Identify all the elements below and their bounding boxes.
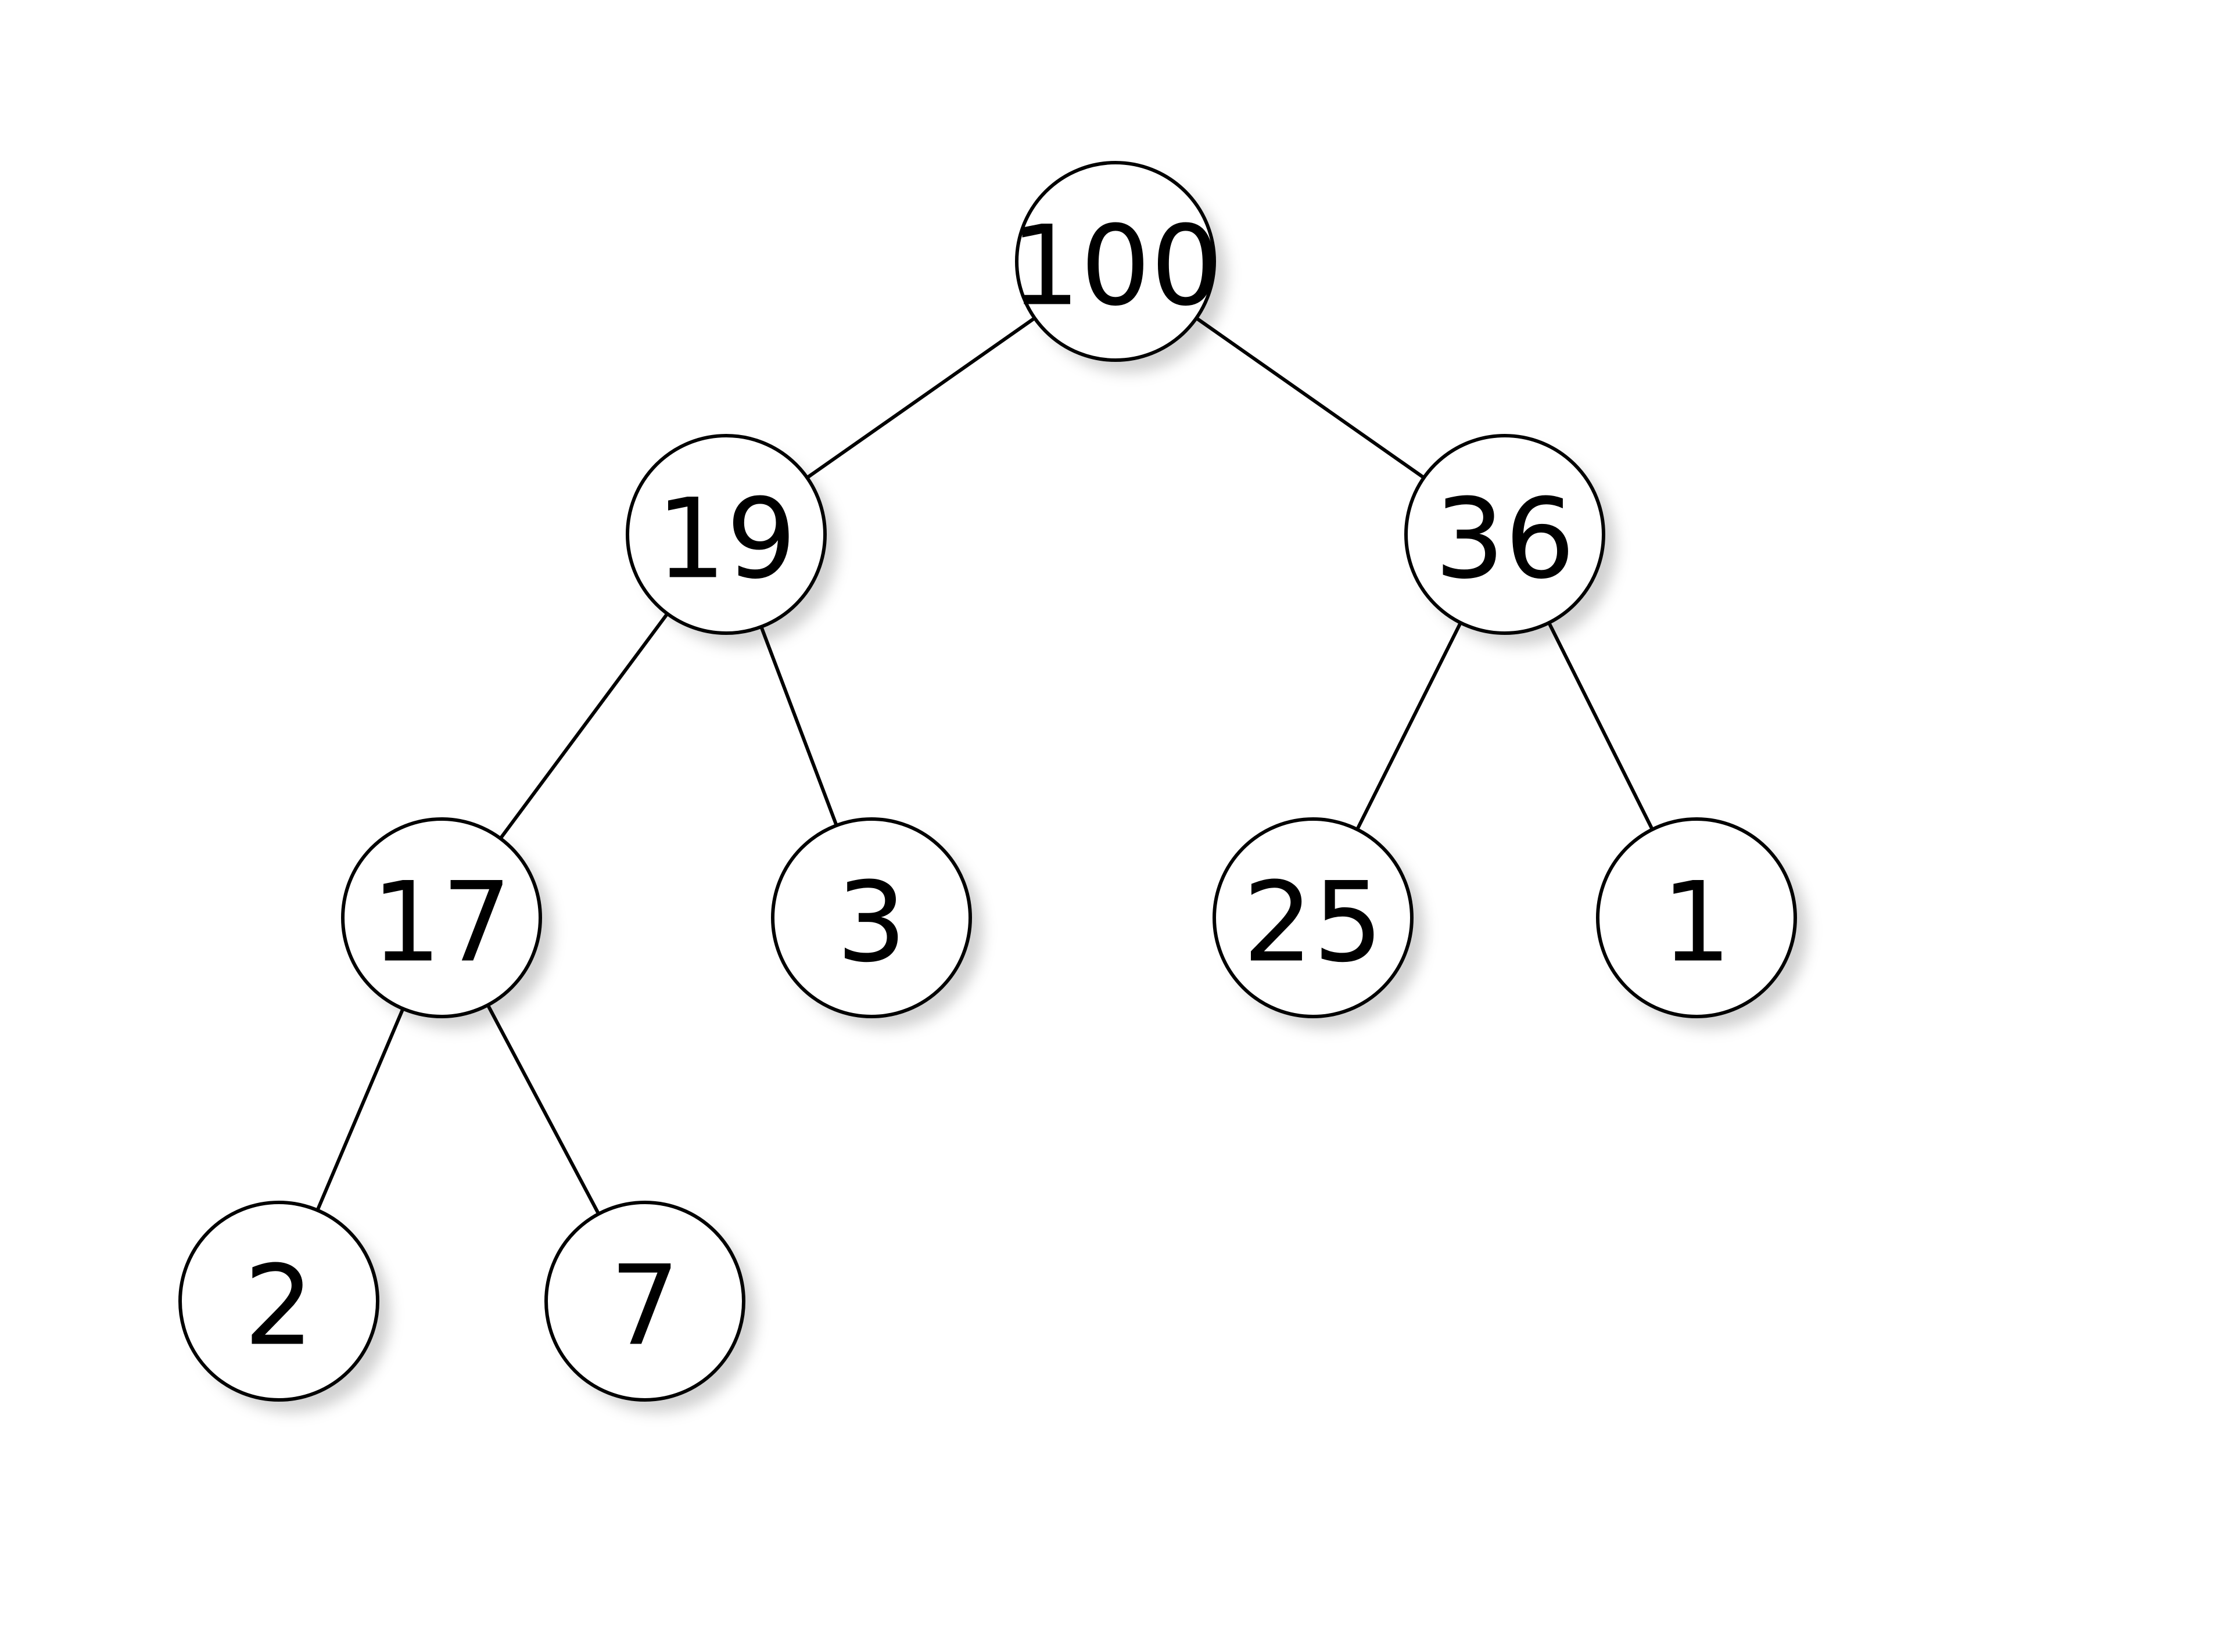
- tree-edge: [317, 1008, 403, 1210]
- labels-layer: 100 19 36 17 3 25 1 2 7: [244, 202, 1732, 1370]
- tree-node-label: 100: [1010, 202, 1221, 331]
- nodes-layer: [180, 163, 1795, 1400]
- binary-tree-diagram: 100 19 36 17 3 25 1 2 7: [0, 0, 2231, 1652]
- tree-node-label: 25: [1243, 859, 1383, 987]
- tree-node-label: 2: [244, 1242, 314, 1370]
- tree-node-label: 3: [837, 859, 907, 987]
- tree-edge: [807, 318, 1035, 478]
- tree-edge: [761, 627, 837, 825]
- tree-edge: [488, 1005, 599, 1214]
- tree-node-label: 7: [610, 1242, 680, 1370]
- tree-node-label: 36: [1434, 475, 1575, 604]
- shadows-layer: [193, 175, 1808, 1413]
- tree-node-label: 17: [371, 859, 512, 987]
- tree-node-label: 19: [656, 475, 797, 604]
- tree-node-label: 1: [1662, 859, 1732, 987]
- tree-edge: [1357, 623, 1461, 829]
- tree-edge: [1549, 623, 1652, 829]
- tree-edge: [500, 613, 667, 838]
- tree-edge: [1196, 318, 1424, 478]
